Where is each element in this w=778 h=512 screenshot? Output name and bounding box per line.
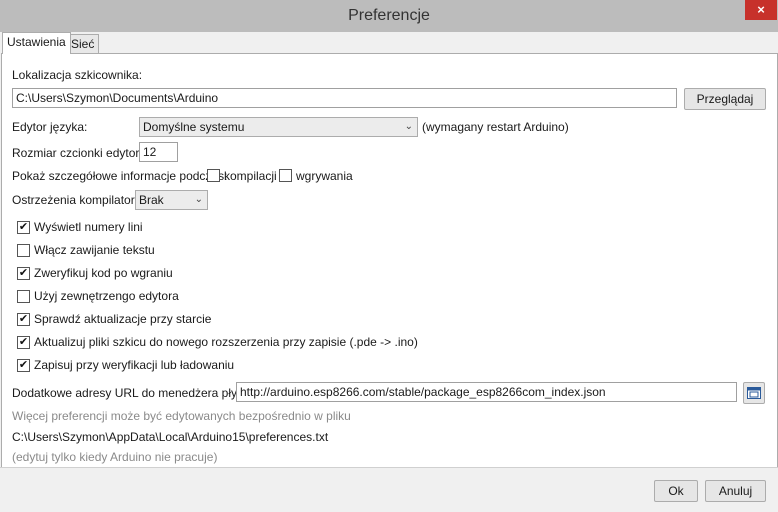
browse-button[interactable]: Przeglądaj	[684, 88, 766, 110]
settings-panel: Lokalizacja szkicownika: C:\Users\Szymon…	[1, 53, 778, 468]
save-on-verify-label: Zapisuj przy weryfikacji lub ładowaniu	[34, 358, 235, 372]
chevron-down-icon: ⌄	[194, 194, 203, 205]
title-bar: Preferencje ×	[0, 0, 778, 33]
sketchbook-path-value: C:\Users\Szymon\Documents\Arduino	[16, 91, 219, 105]
verbose-label: Pokaż szczegółowe informacje podczas:	[12, 169, 228, 183]
verbose-compile-checkbox[interactable]	[207, 169, 220, 182]
sketchbook-path-input[interactable]: C:\Users\Szymon\Documents\Arduino	[12, 88, 677, 108]
more-prefs-note: Więcej preferencji może być edytowanych …	[12, 409, 351, 423]
line-numbers-label: Wyświetl numery lini	[34, 220, 143, 234]
update-extension-label: Aktualizuj pliki szkicu do nowego rozsze…	[34, 335, 418, 349]
compiler-warnings-value: Brak	[139, 193, 164, 207]
word-wrap-label: Włącz zawijanie tekstu	[34, 243, 155, 257]
checkbox-external-editor[interactable]	[17, 290, 30, 303]
checkbox-word-wrap[interactable]	[17, 244, 30, 257]
ok-button[interactable]: Ok	[654, 480, 698, 502]
edit-hint: (edytuj tylko kiedy Arduino nie pracuje)	[12, 450, 218, 464]
verbose-upload-checkbox[interactable]	[279, 169, 292, 182]
external-editor-label: Użyj zewnętrzengo edytora	[34, 289, 179, 303]
editor-language-select[interactable]: Domyślne systemu ⌄	[139, 117, 418, 137]
tab-strip: Ustawienia Sieć	[0, 32, 778, 54]
verbose-compile-label: kompilacji	[224, 169, 277, 183]
chevron-down-icon: ⌄	[404, 121, 413, 132]
verbose-upload-label: wgrywania	[296, 169, 353, 183]
editor-language-value: Domyślne systemu	[143, 120, 245, 134]
font-size-label: Rozmiar czcionki edytora:	[12, 146, 150, 160]
verify-after-upload-label: Zweryfikuj kod po wgraniu	[34, 266, 173, 280]
board-urls-label: Dodatkowe adresy URL do menedżera płytek…	[12, 386, 257, 400]
close-icon: ×	[757, 2, 765, 17]
close-button[interactable]: ×	[745, 0, 777, 20]
check-icon: ✔	[18, 221, 29, 233]
font-size-value: 12	[143, 145, 157, 159]
restart-note: (wymagany restart Arduino)	[422, 120, 569, 134]
check-icon: ✔	[18, 359, 29, 371]
tab-settings[interactable]: Ustawienia	[2, 32, 71, 54]
editor-language-label: Edytor języka:	[12, 120, 88, 134]
checkbox-update-extension[interactable]: ✔	[17, 336, 30, 349]
window-title: Preferencje	[348, 7, 430, 24]
checkbox-check-updates[interactable]: ✔	[17, 313, 30, 326]
check-icon: ✔	[18, 267, 29, 279]
checkbox-verify-after-upload[interactable]: ✔	[17, 267, 30, 280]
check-updates-label: Sprawdź aktualizacje przy starcie	[34, 312, 212, 326]
font-size-input[interactable]: 12	[139, 142, 178, 162]
checkbox-save-on-verify[interactable]: ✔	[17, 359, 30, 372]
checkbox-line-numbers[interactable]: ✔	[17, 221, 30, 234]
tab-network-label: Sieć	[71, 37, 95, 51]
cancel-button[interactable]: Anuluj	[705, 480, 766, 502]
footer-divider	[0, 467, 778, 468]
sketchbook-label: Lokalizacja szkicownika:	[12, 68, 143, 82]
compiler-warnings-select[interactable]: Brak ⌄	[135, 190, 208, 210]
board-urls-edit-button[interactable]	[743, 382, 765, 404]
compiler-warnings-label: Ostrzeżenia kompilatora:	[12, 193, 145, 207]
board-urls-value: http://arduino.esp8266.com/stable/packag…	[240, 385, 606, 399]
tab-settings-label: Ustawienia	[7, 35, 66, 49]
tab-network[interactable]: Sieć	[66, 34, 100, 54]
preferences-path: C:\Users\Szymon\AppData\Local\Arduino15\…	[12, 430, 329, 444]
check-icon: ✔	[18, 336, 29, 348]
window-icon	[747, 387, 761, 399]
check-icon: ✔	[18, 313, 29, 325]
board-urls-input[interactable]: http://arduino.esp8266.com/stable/packag…	[236, 382, 737, 402]
